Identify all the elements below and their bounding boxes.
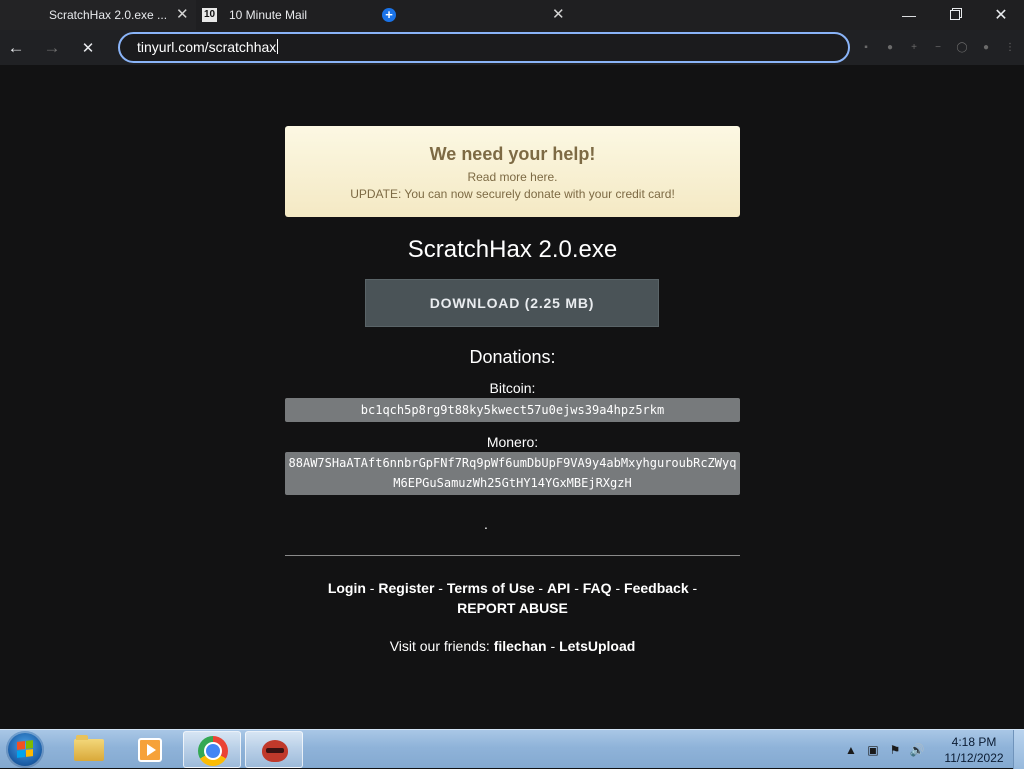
clock-date: 11/12/2022 (944, 751, 1004, 765)
clock[interactable]: 4:18 PM 11/12/2022 (938, 734, 1010, 766)
folder-icon (74, 735, 104, 761)
extension-icon[interactable]: + (902, 40, 926, 56)
back-button[interactable]: ← (3, 35, 29, 61)
close-window-button[interactable]: ✕ (978, 0, 1024, 30)
address-bar[interactable]: tinyurl.com/scratchhax (118, 32, 850, 63)
extension-icon[interactable]: ● (878, 40, 902, 56)
donations-title: Donations: (469, 347, 556, 367)
maximize-button[interactable] (932, 0, 978, 30)
report-abuse-link[interactable]: REPORT ABUSE (457, 600, 568, 616)
action-center-icon[interactable]: ⚑ (887, 742, 903, 758)
stop-loading-button[interactable]: ✕ (75, 35, 101, 61)
login-link[interactable]: Login (328, 580, 366, 596)
help-notice: We need your help! Read more here. UPDAT… (285, 126, 740, 217)
text-caret (277, 39, 279, 54)
tab-scratchhax[interactable]: ScratchHax 2.0.exe ... ✕ (0, 0, 196, 30)
windows-taskbar: ▲ ▣ ⚑ 🔊 4:18 PM 11/12/2022 (0, 729, 1024, 769)
system-tray: ▲ ▣ ⚑ 🔊 (843, 730, 925, 769)
file-name: ScratchHax 2.0.exe (407, 236, 618, 263)
tab-10-minute-mail[interactable]: 10 Minute Mail ✕ (196, 0, 565, 30)
register-link[interactable]: Register (378, 580, 434, 596)
separator: - (546, 638, 560, 654)
taskbar-media-player[interactable] (121, 731, 179, 768)
filechan-link[interactable]: filechan (494, 638, 547, 654)
extension-icon[interactable]: ◯ (950, 40, 974, 56)
tab-strip: ScratchHax 2.0.exe ... ✕ 10 10 Minute Ma… (0, 0, 1024, 30)
taskbar-app[interactable] (245, 731, 303, 768)
notice-title: We need your help! (429, 144, 596, 164)
separator: - (570, 580, 583, 596)
ninja-app-icon (262, 740, 288, 762)
api-link[interactable]: API (547, 580, 570, 596)
monero-label: Monero: (486, 434, 539, 450)
dot-text: . (484, 516, 488, 532)
browser-window: ScratchHax 2.0.exe ... ✕ 10 10 Minute Ma… (0, 0, 1024, 729)
tab-close-icon[interactable]: ✕ (176, 7, 189, 22)
chrome-icon (198, 736, 228, 766)
show-desktop-button[interactable] (1013, 730, 1024, 769)
new-tab-button[interactable]: + (382, 8, 396, 22)
page-content: We need your help! Read more here. UPDAT… (0, 65, 1024, 729)
letsupload-link[interactable]: LetsUpload (559, 638, 635, 654)
separator: - (534, 580, 547, 596)
windows-logo-icon (17, 740, 33, 758)
minimize-button[interactable]: — (886, 0, 932, 30)
address-text: tinyurl.com/scratchhax (137, 39, 277, 55)
tab-title: 10 Minute Mail (229, 8, 308, 22)
footer-links: Login - Register - Terms of Use - API - … (285, 578, 740, 618)
separator: - (688, 580, 698, 596)
toolbar-extension-icons: ▪ ● + − ◯ ● ⋮ (854, 40, 1022, 56)
feedback-link[interactable]: Feedback (624, 580, 689, 596)
taskbar-explorer[interactable] (60, 731, 118, 768)
restore-icon (950, 10, 960, 20)
separator: - (365, 580, 379, 596)
bitcoin-label: Bitcoin: (489, 380, 536, 396)
extension-icon[interactable]: − (926, 40, 950, 56)
tab-close-icon[interactable]: ✕ (552, 7, 565, 22)
media-player-icon (138, 738, 162, 762)
taskbar-chrome[interactable] (183, 731, 241, 768)
download-button[interactable]: DOWNLOAD (2.25 MB) (365, 279, 659, 327)
separator: - (434, 580, 447, 596)
divider (285, 555, 740, 556)
clock-time: 4:18 PM (951, 735, 997, 749)
monero-address[interactable]: 88AW7SHaATAft6nnbrGpFNf7Rq9pWf6umDbUpF9V… (285, 452, 740, 495)
start-button[interactable] (6, 731, 44, 768)
network-icon[interactable]: ▣ (865, 742, 881, 758)
extension-icon[interactable]: ▪ (854, 40, 878, 56)
notice-update-text: UPDATE: You can now securely donate with… (350, 187, 675, 201)
notice-read-more-link[interactable]: Read more here. (285, 170, 740, 184)
volume-icon[interactable]: 🔊 (909, 742, 925, 758)
bitcoin-address[interactable]: bc1qch5p8rg9t88ky5kwect57u0ejws39a4hpz5r… (285, 398, 740, 422)
friends-prefix: Visit our friends: (389, 638, 494, 654)
tab-title: ScratchHax 2.0.exe ... (49, 8, 168, 22)
terms-link[interactable]: Terms of Use (447, 580, 535, 596)
menu-icon[interactable]: ⋮ (998, 40, 1022, 56)
show-hidden-icons-icon[interactable]: ▲ (843, 742, 859, 758)
separator: - (611, 580, 625, 596)
friends-line: Visit our friends: filechan - LetsUpload (285, 638, 740, 654)
faq-link[interactable]: FAQ (583, 580, 612, 596)
forward-button[interactable]: → (39, 35, 65, 61)
profile-icon[interactable]: ● (974, 40, 998, 56)
